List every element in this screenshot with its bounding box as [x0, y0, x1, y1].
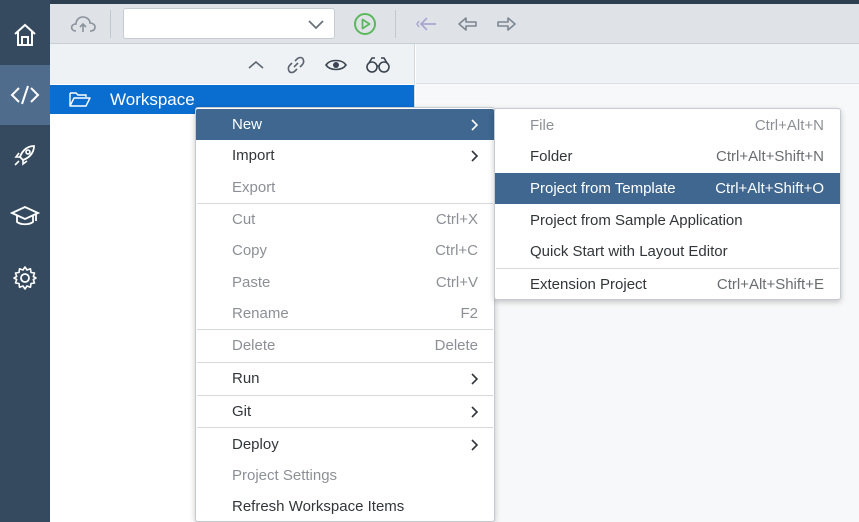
shortcut-label: Ctrl+V [435, 274, 478, 291]
rocket-icon [14, 145, 35, 166]
cloud-upload-icon [70, 16, 96, 32]
chevron-right-icon [471, 150, 479, 162]
menu-item-label: Folder [530, 148, 573, 165]
navigate-back-button[interactable] [452, 12, 482, 36]
collapse-all-button[interactable] [245, 54, 267, 76]
menu-item-project-settings[interactable]: Project Settings [196, 460, 494, 491]
menu-item-label: Refresh Workspace Items [232, 498, 405, 515]
menu-item-label: Export [232, 179, 276, 196]
shortcut-label: Ctrl+Alt+Shift+O [715, 180, 824, 197]
menu-item-new[interactable]: New [196, 109, 494, 140]
submenu-item-project-from-template[interactable]: Project from Template Ctrl+Alt+Shift+O [495, 173, 840, 204]
submenu-item-folder[interactable]: Folder Ctrl+Alt+Shift+N [495, 141, 840, 172]
show-hidden-files-button[interactable] [325, 54, 347, 76]
menu-item-label: Cut [232, 211, 256, 228]
code-icon [10, 85, 40, 105]
menu-item-export[interactable]: Export [196, 172, 494, 203]
left-nav-rail [0, 0, 50, 522]
link-with-editor-icon [287, 56, 305, 74]
menu-separator [197, 427, 493, 428]
menu-item-refresh-workspace[interactable]: Refresh Workspace Items [196, 491, 494, 522]
show-hidden-files-icon [325, 59, 347, 71]
toolbar-separator [395, 10, 396, 38]
shortcut-label: Ctrl+C [435, 242, 478, 259]
toolbar-separator [110, 10, 111, 38]
menu-item-label: File [530, 117, 555, 134]
menu-item-git[interactable]: Git [196, 396, 494, 427]
menu-item-run[interactable]: Run [196, 363, 494, 394]
folder-open-icon [69, 92, 91, 107]
shortcut-label: Ctrl+X [435, 211, 478, 228]
education-icon [10, 206, 40, 226]
navigate-last-edit-icon [416, 17, 436, 31]
shortcut-label: Ctrl+Alt+Shift+N [716, 148, 824, 165]
shortcut-label: Ctrl+Alt+Shift+E [716, 276, 824, 293]
menu-item-label: Rename [232, 305, 289, 322]
submenu-item-project-from-sample[interactable]: Project from Sample Application [495, 205, 840, 236]
collapse-all-icon [248, 60, 264, 69]
menu-item-label: Delete [232, 337, 276, 354]
menu-item-paste[interactable]: Paste Ctrl+V [196, 267, 494, 298]
search-button[interactable] [365, 54, 391, 76]
menu-item-delete[interactable]: Delete Delete [196, 330, 494, 361]
menu-item-label: Import [232, 147, 275, 164]
run-icon [354, 13, 376, 35]
chevron-right-icon [471, 373, 479, 385]
workspace-label: Workspace [110, 90, 195, 109]
menu-item-label: Git [232, 403, 252, 420]
submenu-item-file[interactable]: File Ctrl+Alt+N [495, 110, 840, 141]
nav-learning-button[interactable] [0, 187, 50, 245]
nav-deploy-button[interactable] [0, 126, 50, 184]
menu-item-import[interactable]: Import [196, 140, 494, 171]
menu-item-copy[interactable]: Copy Ctrl+C [196, 235, 494, 266]
nav-preferences-button[interactable] [0, 249, 50, 307]
home-icon [14, 23, 36, 46]
menu-item-label: Extension Project [530, 276, 647, 293]
chevron-right-icon [471, 119, 479, 131]
shortcut-label: Delete [434, 337, 478, 354]
run-button[interactable] [350, 12, 380, 36]
navigate-last-edit-button[interactable] [412, 12, 442, 36]
menu-item-label: Project from Template [530, 180, 676, 197]
navigate-forward-button[interactable] [492, 12, 522, 36]
menu-item-cut[interactable]: Cut Ctrl+X [196, 204, 494, 235]
upload-button[interactable] [68, 12, 98, 36]
main-toolbar [50, 4, 859, 44]
submenu-item-extension-project[interactable]: Extension Project Ctrl+Alt+Shift+E [495, 269, 840, 300]
navigate-forward-icon [497, 17, 516, 31]
menu-item-label: Project from Sample Application [530, 212, 743, 229]
menu-item-label: Copy [232, 242, 268, 259]
submenu-item-quick-start[interactable]: Quick Start with Layout Editor [495, 236, 840, 267]
editor-tabs-bar [416, 44, 859, 84]
nav-development-button[interactable] [0, 65, 50, 125]
menu-item-rename[interactable]: Rename F2 [196, 298, 494, 329]
context-menu: New Import Export Cut Ctrl+X Copy Ctrl+C… [195, 107, 495, 522]
navigate-back-icon [458, 17, 477, 31]
menu-item-label: New [232, 116, 263, 133]
nav-home-button[interactable] [0, 6, 50, 64]
menu-item-label: Quick Start with Layout Editor [530, 243, 728, 260]
chevron-right-icon [471, 406, 479, 418]
shortcut-label: F2 [460, 305, 478, 322]
menu-item-label: Run [232, 370, 260, 387]
project-select[interactable] [123, 8, 335, 39]
chevron-right-icon [471, 439, 479, 451]
menu-item-label: Paste [232, 274, 271, 291]
gear-icon [13, 266, 37, 290]
menu-item-label: Deploy [232, 436, 279, 453]
menu-item-label: Project Settings [232, 467, 338, 484]
shortcut-label: Ctrl+Alt+N [754, 117, 824, 134]
search-icon [366, 57, 390, 73]
explorer-header [50, 44, 415, 84]
link-with-editor-button[interactable] [285, 54, 307, 76]
chevron-down-icon [308, 20, 324, 30]
new-submenu: File Ctrl+Alt+N Folder Ctrl+Alt+Shift+N … [494, 108, 841, 300]
menu-item-deploy[interactable]: Deploy [196, 429, 494, 460]
